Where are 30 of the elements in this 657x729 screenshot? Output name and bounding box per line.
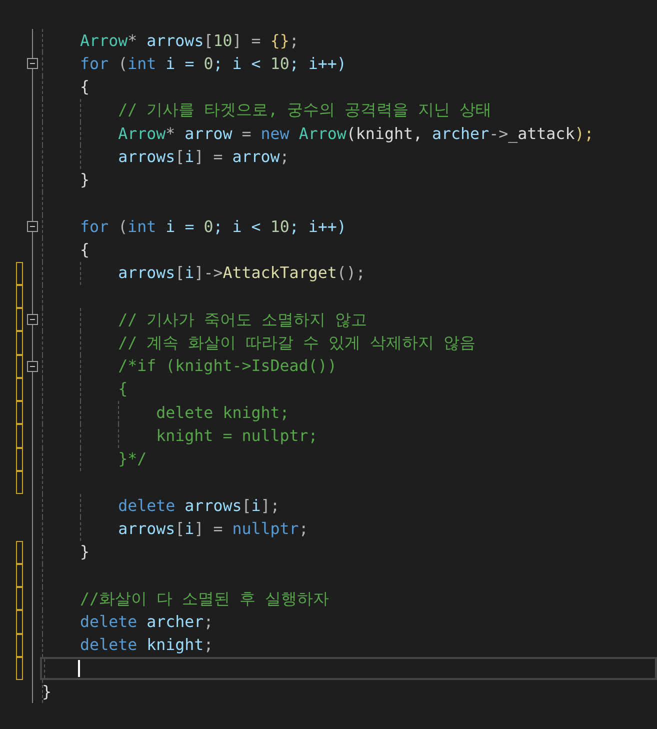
code-line: { [79,238,90,261]
code-line: { [117,378,128,400]
code-line: delete arrows[i]; [117,494,280,517]
code-line: // 계속 화살이 따라갈 수 있게 삭제하지 않음 [117,332,476,354]
code-line: { [79,76,90,98]
collapse-icon[interactable] [27,58,38,70]
code-line: delete knight; [79,634,214,656]
text-cursor [78,660,80,677]
code-line: for (int i = 0; i < 10; i++) [79,52,346,75]
collapse-icon[interactable] [27,314,38,325]
collapse-icon[interactable] [27,360,38,372]
code-line: arrows[i]->AttackTarget(); [117,262,366,284]
code-line: delete knight; [155,402,290,424]
code-editor[interactable] [0,0,657,729]
code-line: //화살이 다 소멸된 후 실행하자 [79,588,330,610]
code-line: arrows[i] = nullptr; [117,518,308,540]
collapse-icon[interactable] [27,221,38,232]
code-line: arrows[i] = arrow; [117,146,290,168]
code-line: } [79,541,90,564]
code-line: } [79,169,90,192]
code-line: knight = nullptr; [155,424,318,447]
code-line: for (int i = 0; i < 10; i++) [79,216,346,238]
code-line: Arrow* arrows[10] = {}; [79,30,299,52]
code-line: } [42,680,52,703]
code-line: // 기사를 타겟으로, 궁수의 공격력을 지닌 상태 [117,99,492,122]
code-line: /*if (knight->IsDead()) [117,355,337,378]
code-line: }*/ [117,448,147,470]
code-line: // 기사가 죽어도 소멸하지 않고 [117,308,368,331]
code-line: Arrow* arrow = new Arrow(knight, archer->_attack); [117,122,594,145]
code-line: delete archer; [79,610,214,633]
